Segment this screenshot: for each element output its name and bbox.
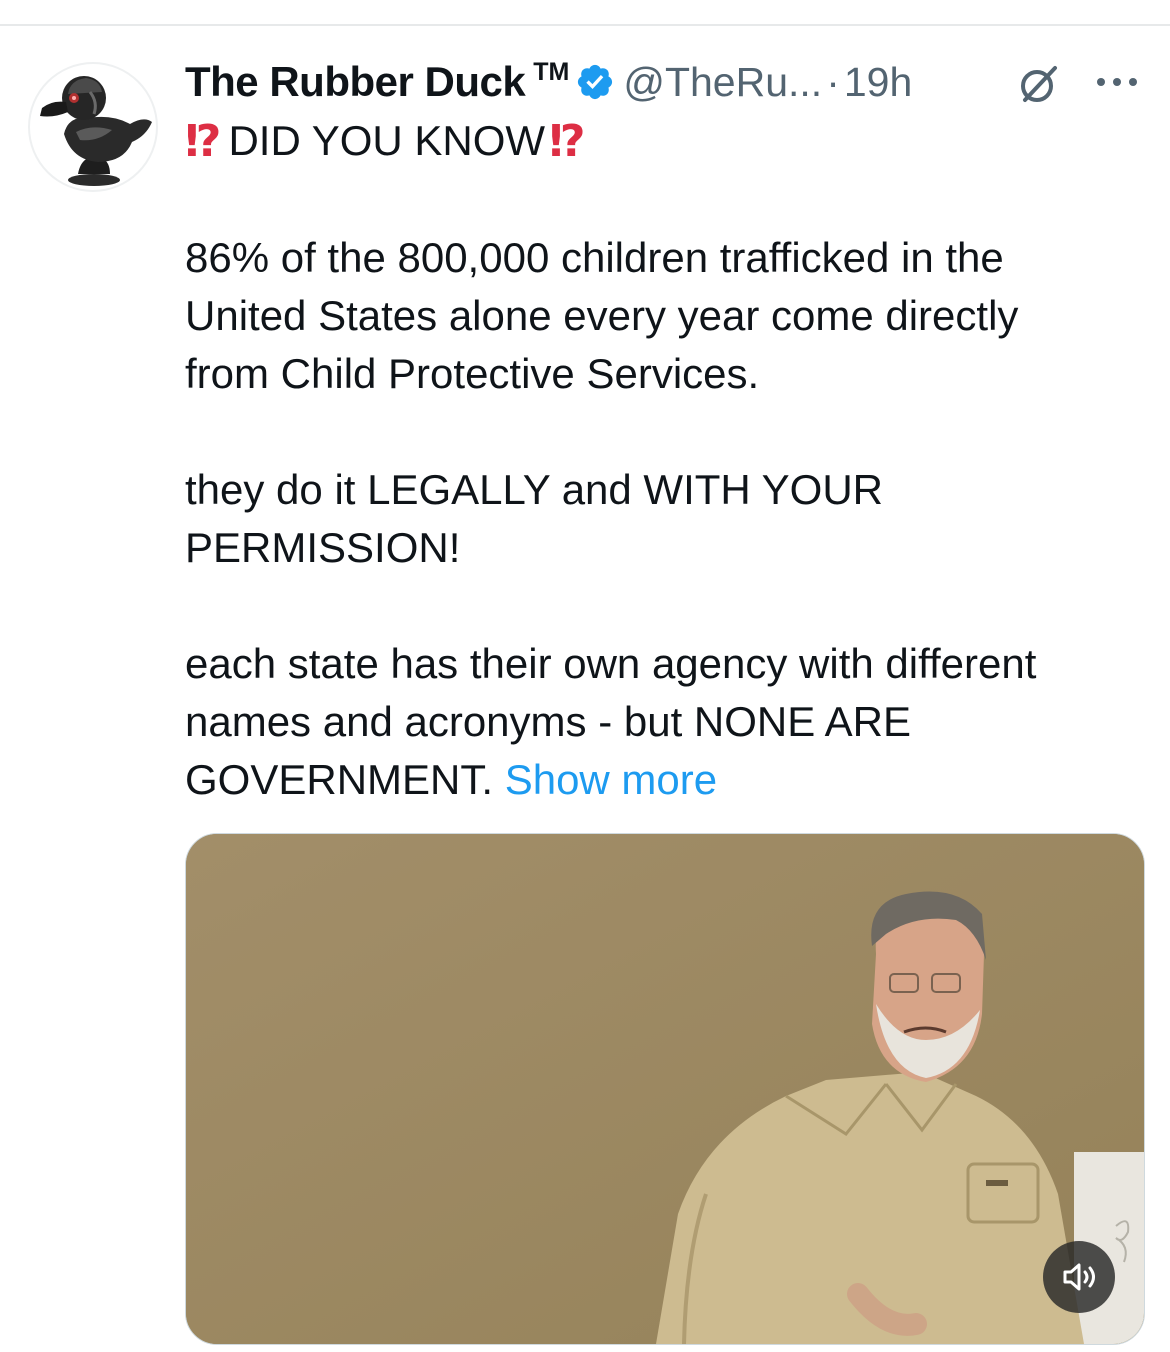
text-line-with-link: GOVERNMENT. Show more — [185, 751, 1145, 809]
tweet-headline: ⁉ DID YOU KNOW ⁉ — [185, 113, 586, 169]
video-player[interactable] — [185, 833, 1145, 1345]
text-line: 86% of the 800,000 children trafficked i… — [185, 234, 1004, 281]
text-line: GOVERNMENT. — [185, 756, 494, 803]
headline-text: DID YOU KNOW — [228, 117, 546, 164]
video-frame — [186, 834, 1144, 1344]
rubber-duck-avatar-icon — [40, 76, 152, 186]
text-line: they do it LEGALLY and WITH YOUR — [185, 466, 883, 513]
timestamp[interactable]: 19h — [844, 59, 912, 106]
interrobang-emoji-icon: ⁉ — [549, 115, 586, 167]
more-icon[interactable] — [1095, 72, 1139, 92]
trademark-symbol: TM — [533, 57, 570, 86]
tweet-header: The Rubber Duck TM @TheRu... · 19h — [185, 52, 1150, 112]
avatar[interactable] — [28, 62, 158, 192]
show-more-link[interactable]: Show more — [505, 756, 717, 803]
top-divider — [0, 24, 1170, 26]
author-handle[interactable]: @TheRu... — [623, 59, 822, 106]
tweet-paragraph-3: each state has their own agency with dif… — [185, 635, 1145, 809]
interrobang-emoji-icon: ⁉ — [185, 115, 222, 167]
mute-button[interactable] — [1043, 1241, 1115, 1313]
separator-dot: · — [826, 58, 840, 105]
text-line: United States alone every year come dire… — [185, 292, 1019, 339]
volume-icon — [1063, 1263, 1095, 1291]
text-line: PERMISSION! — [185, 524, 461, 571]
grok-icon[interactable] — [1015, 60, 1063, 108]
verified-badge-icon[interactable] — [575, 62, 615, 102]
text-line: from Child Protective Services. — [185, 350, 760, 397]
display-name[interactable]: The Rubber Duck — [185, 58, 526, 106]
text-line: each state has their own agency with dif… — [185, 640, 1037, 687]
tweet-paragraph-1: 86% of the 800,000 children trafficked i… — [185, 229, 1145, 403]
tweet-paragraph-2: they do it LEGALLY and WITH YOUR PERMISS… — [185, 461, 1145, 577]
text-line: names and acronyms - but NONE ARE — [185, 698, 911, 745]
